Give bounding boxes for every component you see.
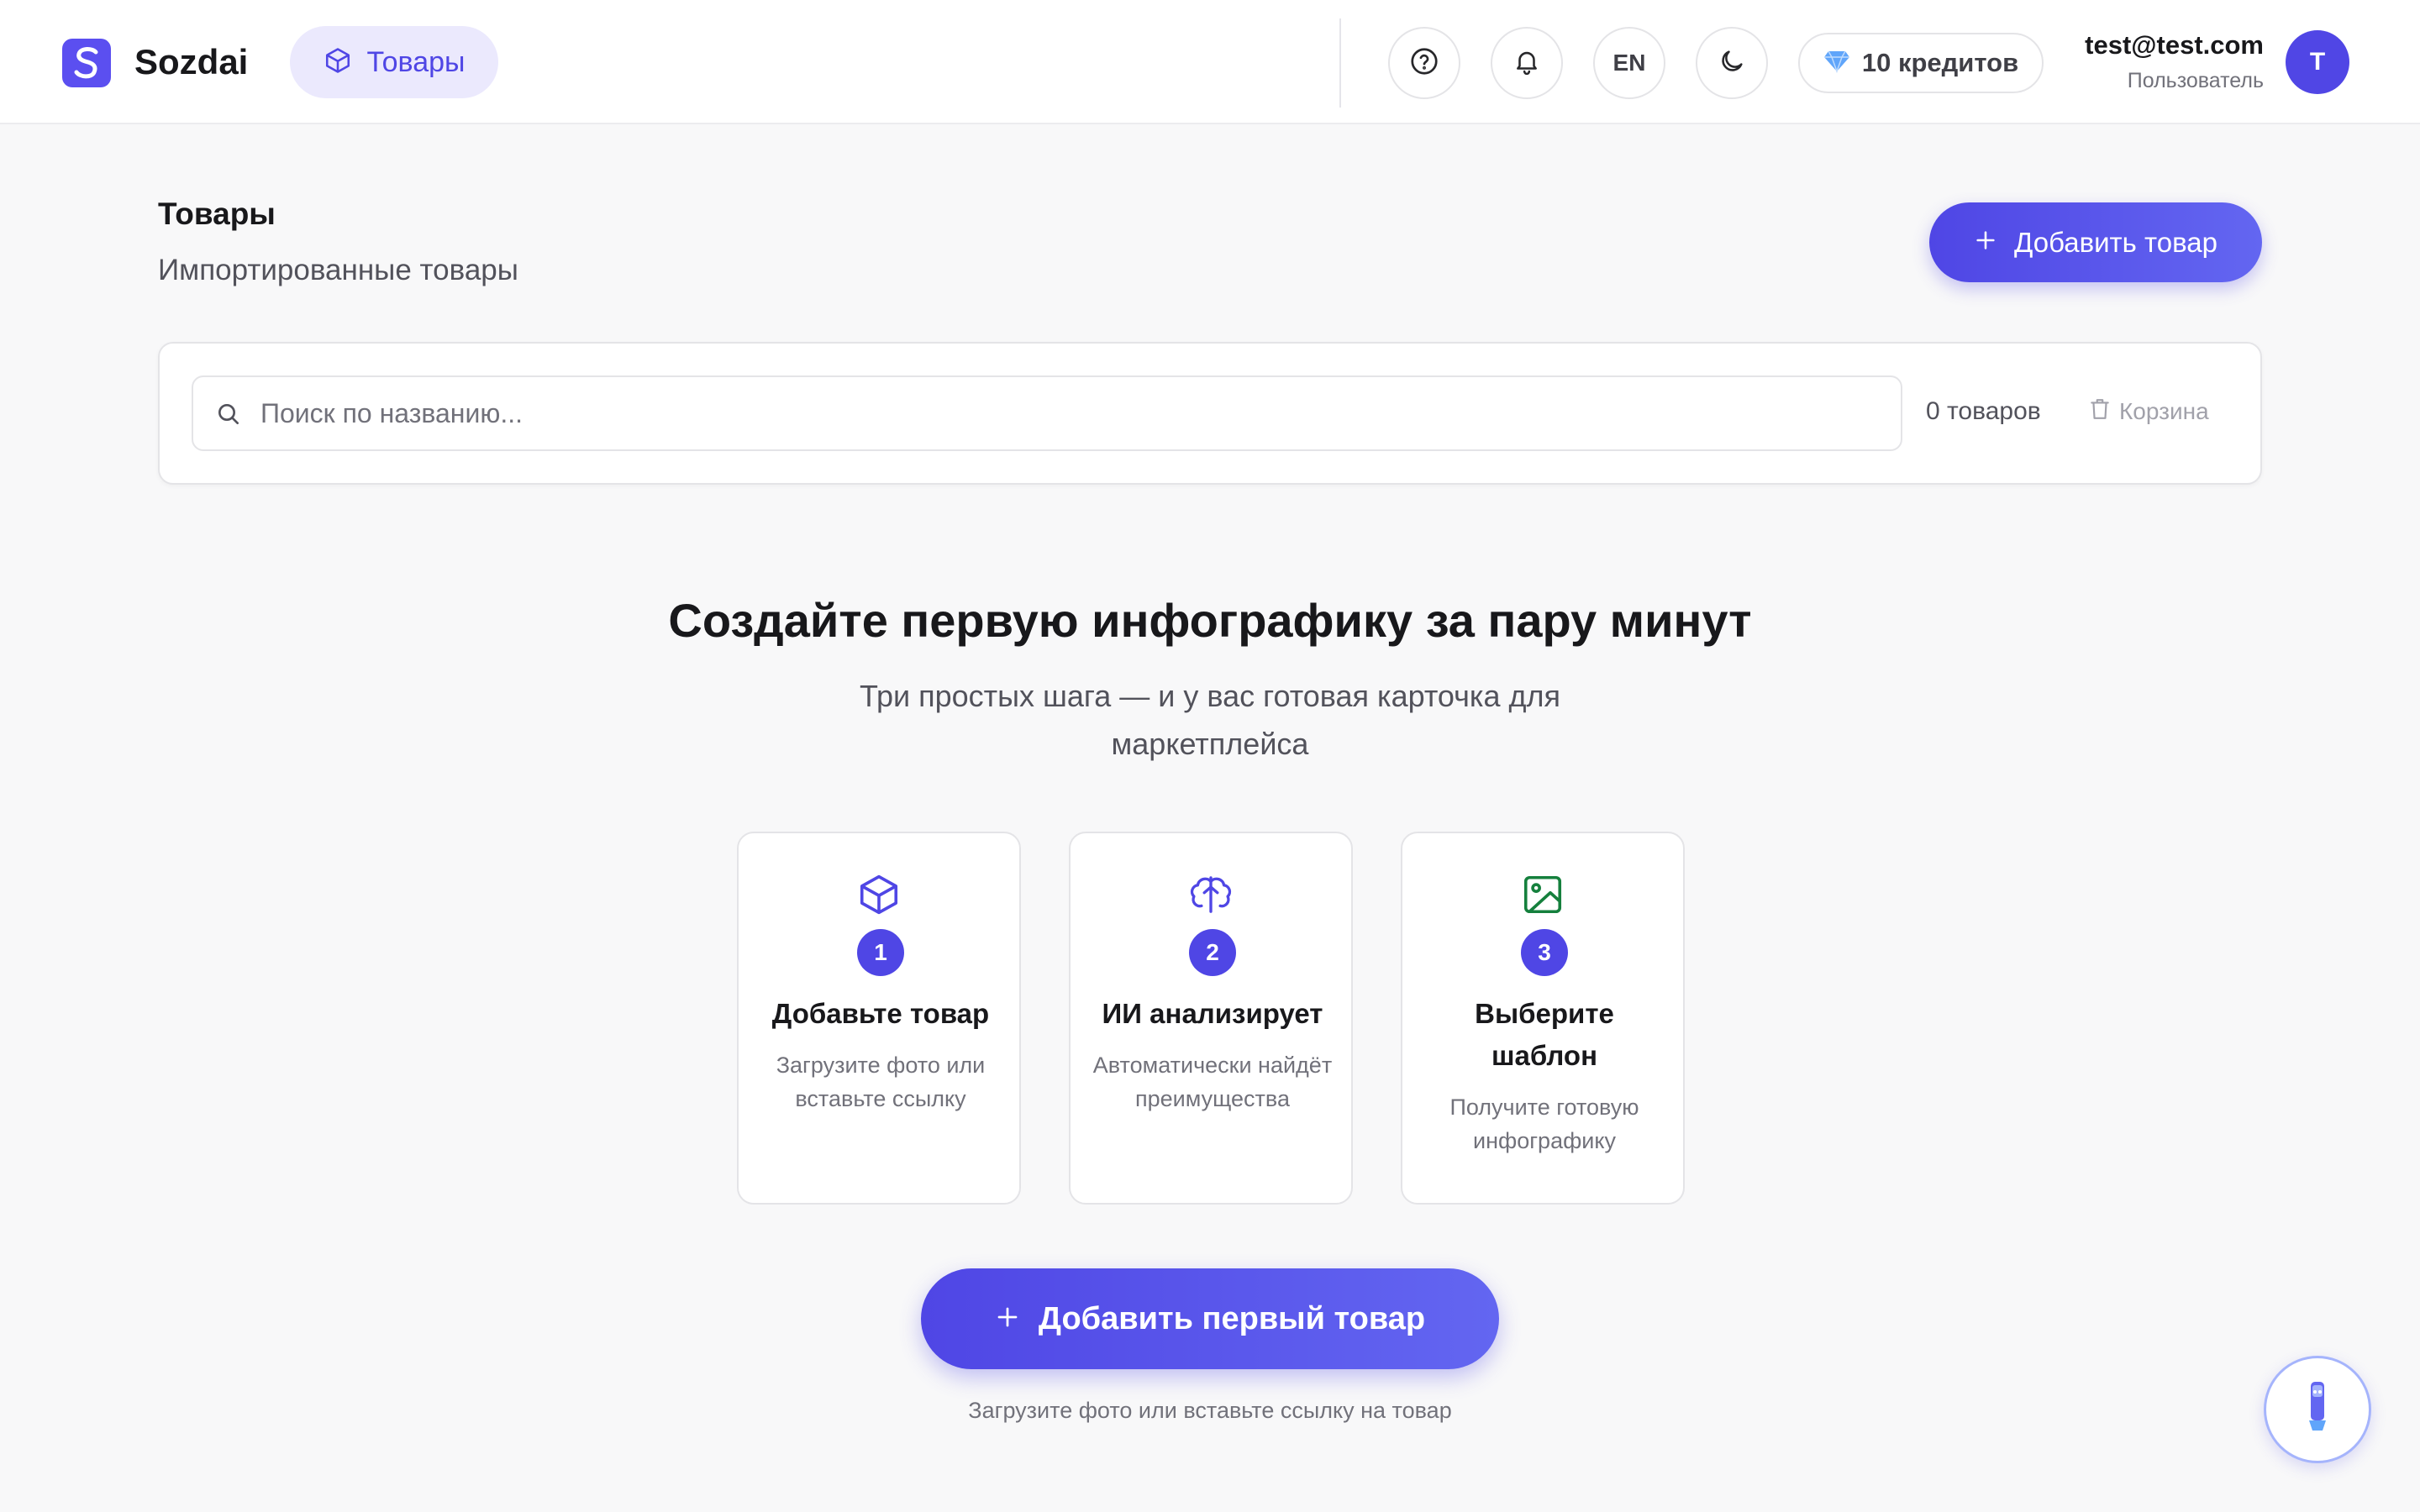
help-button[interactable] [1388,27,1460,99]
language-button[interactable]: EN [1593,27,1665,99]
step-card-2: 2 ИИ анализирует Автоматически найдёт пр… [1069,832,1353,1205]
products-count: 0 товаров [1926,397,2041,425]
top-header: Sozdai Товары EN 10 кредитов test@test.c… [0,0,2420,124]
credits-badge[interactable]: 10 кредитов [1798,33,2044,93]
search-input[interactable] [260,377,1882,449]
add-first-product-button[interactable]: Добавить первый товар [921,1268,1499,1369]
theme-toggle-button[interactable] [1696,27,1768,99]
plus-icon [995,1305,1020,1334]
avatar[interactable]: T [2286,30,2349,94]
add-product-label: Добавить товар [2014,226,2217,258]
diamond-icon [1823,50,1850,77]
page-title: Товары [158,197,276,231]
user-role: Пользователь [2127,69,2264,92]
bell-icon [1512,47,1541,80]
step-card-1: 1 Добавьте товар Загрузите фото или вста… [737,832,1021,1205]
cube-icon [739,872,1019,917]
assistant-button[interactable] [2264,1356,2371,1463]
nav-tab-products[interactable]: Товары [290,26,498,98]
logo-icon[interactable] [62,39,111,87]
trash-label: Корзина [2119,397,2209,424]
trash-button[interactable]: Корзина [2089,397,2209,425]
trash-icon [2089,397,2111,425]
brand-name[interactable]: Sozdai [134,40,248,84]
step-description: Загрузите фото или вставьте ссылку [776,1053,986,1111]
help-icon [1409,46,1439,81]
image-icon [1402,872,1683,917]
plus-icon [1974,228,1997,256]
empty-state-title: Создайте первую инфографику за пару мину… [668,594,1752,647]
search-icon [215,401,242,432]
page-subtitle: Импортированные товары [158,254,518,286]
notifications-button[interactable] [1491,27,1563,99]
step-title: Добавьте товар [771,998,990,1029]
step-card-3: 3 Выберите шаблон Получите готовую инфог… [1401,832,1685,1205]
mascot-icon [2301,1378,2334,1441]
moon-icon [1718,47,1746,80]
step-description: Получите готовую инфографику [1449,1095,1639,1153]
add-product-button[interactable]: Добавить товар [1929,202,2262,282]
add-first-product-label: Добавить первый товар [1038,1300,1426,1336]
user-email[interactable]: test@test.com [2085,30,2264,60]
step-title: Выберите шаблон [1475,998,1614,1071]
cta-hint: Загрузите фото или вставьте ссылку на то… [968,1398,1452,1423]
cube-icon [324,46,352,79]
nav-tab-label: Товары [366,45,466,78]
search-card: 0 товаров Корзина [158,342,2262,485]
header-divider [1339,18,1341,108]
search-box[interactable] [192,375,1902,451]
language-label: EN [1612,50,1646,76]
ai-brain-icon [1071,872,1351,917]
step-description: Автоматически найдёт преимущества [1092,1053,1333,1111]
step-title: ИИ анализирует [1102,998,1323,1029]
step-number: 1 [857,929,904,976]
credits-label: 10 кредитов [1861,48,2019,77]
step-number: 3 [1521,929,1568,976]
step-number: 2 [1189,929,1236,976]
empty-state-subtitle: Три простых шага — и у вас готовая карто… [860,679,1560,761]
